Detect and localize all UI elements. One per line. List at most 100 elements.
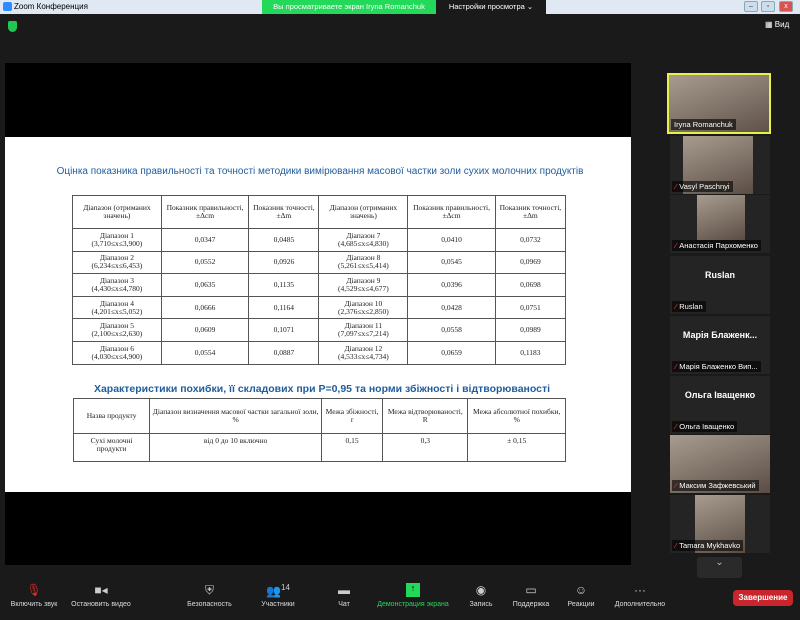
table-cell: 0,0666 <box>160 295 250 320</box>
close-button[interactable]: x <box>779 1 793 12</box>
participant-tile[interactable]: Марія Блаженк... ⁄ Марія Блаженко Вип... <box>670 316 770 374</box>
record-label: Запись <box>469 601 493 608</box>
participant-tile[interactable]: ⁄ Максим Зафжевський <box>670 435 770 493</box>
table-cell: 0,15 <box>321 433 384 462</box>
participants-button[interactable]: 👥14 Участники <box>256 583 300 608</box>
window-title: Zoom Конференция <box>14 2 88 11</box>
participant-tile[interactable]: ⁄ Vasyl Paschnyi <box>670 136 770 194</box>
participant-name-tag: Iryna Romanchuk <box>671 119 736 130</box>
participant-name: Максим Зафжевський <box>679 481 756 490</box>
participant-tile[interactable]: ⁄ Tamara Mykhavko <box>670 495 770 553</box>
video-camera-icon: ■◂ <box>94 583 108 597</box>
participant-name: Анастасія Пархоменко <box>679 241 758 250</box>
muted-mic-icon: 🎙 <box>26 583 42 597</box>
participant-name: Vasyl Paschnyi <box>679 182 730 191</box>
table-cell: 0,0969 <box>494 250 567 275</box>
participant-name: Iryna Romanchuk <box>674 120 733 129</box>
table-cell: Діапазон 6 (4,030≤x≤4,900) <box>72 340 162 365</box>
table-cell: 0,0989 <box>494 318 567 342</box>
table-cell: Діапазон 4 (4,201≤x≤5,052) <box>72 295 162 320</box>
column-header: Межа відтворюваності, R <box>382 398 469 434</box>
table-cell: Діапазон 10 (2,376≤x≤2,850) <box>318 295 409 320</box>
participant-name-tag: ⁄ Анастасія Пархоменко <box>672 240 761 251</box>
column-header: Показник точності, ±Δm <box>248 195 320 229</box>
participant-tile[interactable]: Iryna Romanchuk <box>667 73 771 134</box>
share-arrow-icon: ↑ <box>406 583 420 597</box>
muted-mic-icon: ⁄ <box>675 541 677 550</box>
security-shield-icon: ⛨ <box>204 583 214 597</box>
support-screen-icon: ▭ <box>525 583 537 597</box>
grid-icon: ▦ <box>765 20 775 29</box>
table-row: Діапазон 3 (4,430≤x≤4,780) 0,0635 0,1135 Ді… <box>72 273 567 297</box>
view-settings-dropdown[interactable]: Настройки просмотра ⌄ <box>436 0 546 14</box>
table-row: Діапазон 6 (4,030≤x≤4,900) 0,0554 0,0887 Ді… <box>72 340 567 365</box>
table-cell: 0,0732 <box>494 228 567 252</box>
column-header: Показник правильності, ±Δcm <box>160 195 250 229</box>
table-cell: 0,0887 <box>248 340 320 365</box>
participant-display-name: Ольга Іващенко <box>684 390 756 400</box>
chat-button[interactable]: ▬ Чат <box>330 583 358 608</box>
stop-video-button[interactable]: ■◂ Остановить видео <box>66 583 136 608</box>
participant-name: Марія Блаженко Вип... <box>679 362 758 371</box>
table-cell: 0,0609 <box>160 318 250 342</box>
record-button[interactable]: ◉ Запись <box>465 583 497 608</box>
table-cell: Діапазон 9 (4,529≤x≤4,677) <box>318 273 409 297</box>
muted-mic-icon: ⁄ <box>675 182 677 191</box>
table-row: Сухі молочні продукти від 0 до 10 включно… <box>72 433 566 462</box>
table-cell: 0,0347 <box>160 228 250 252</box>
reactions-label: Реакции <box>567 601 595 608</box>
table-cell: 0,0545 <box>407 250 496 275</box>
participant-tile[interactable]: Ruslan ⁄ Ruslan <box>670 256 770 314</box>
table-cell: ± 0,15 <box>467 433 566 462</box>
participants-label: Участники <box>261 601 295 608</box>
share-screen-label: Демонстрация экрана <box>377 601 449 608</box>
participant-tile[interactable]: ⁄ Анастасія Пархоменко <box>670 195 770 253</box>
table-cell: 0,1183 <box>494 340 567 365</box>
end-meeting-button[interactable]: Завершение <box>733 590 793 606</box>
participant-name-tag: ⁄ Ruslan <box>672 301 706 312</box>
meeting-top-bar <box>0 14 800 40</box>
support-button[interactable]: ▭ Поддержка <box>508 583 554 608</box>
participant-name-tag: ⁄ Ольга Іващенко <box>672 421 738 432</box>
accuracy-table: Діапазон (отриманих значень) Показник пра… <box>72 195 567 365</box>
chat-bubble-icon: ▬ <box>338 583 350 597</box>
security-button[interactable]: ⛨ Безопасность <box>182 583 237 608</box>
table-cell: Діапазон 12 (4,533≤x≤4,734) <box>318 340 409 365</box>
table-cell: від 0 до 10 включно <box>149 433 323 462</box>
table-cell: Діапазон 5 (2,100≤x≤2,630) <box>72 318 162 342</box>
participant-tile[interactable]: Ольга Іващенко ⁄ Ольга Іващенко <box>670 376 770 434</box>
table-cell: 0,0410 <box>407 228 496 252</box>
table-cell: Діапазон 7 (4,685≤x≤4,830) <box>318 228 409 252</box>
participant-display-name: Марія Блаженк... <box>682 330 758 340</box>
minimize-button[interactable]: – <box>744 1 758 12</box>
reaction-emoji-icon: ☺ <box>574 583 588 597</box>
view-button[interactable]: ▦ Вид <box>765 20 789 29</box>
reactions-button[interactable]: ☺ Реакции <box>564 583 598 608</box>
column-header: Діапазон визначення масової частки загал… <box>149 398 323 434</box>
support-label: Поддержка <box>512 601 550 608</box>
participant-name-tag: ⁄ Максим Зафжевський <box>672 480 759 491</box>
column-header: Показник правильності, ±Δcm <box>407 195 496 229</box>
table-cell: 0,0635 <box>160 273 250 297</box>
scroll-down-chevron-icon[interactable]: ⌄ <box>697 557 742 578</box>
share-screen-button[interactable]: ↑ Демонстрация экрана <box>372 583 454 608</box>
unmute-button[interactable]: 🎙 Включить звук <box>5 583 63 608</box>
chat-label: Чат <box>338 601 350 608</box>
encryption-shield-icon[interactable] <box>8 21 17 32</box>
more-label: Дополнительно <box>614 601 666 608</box>
participant-name: Tamara Mykhavko <box>679 541 741 550</box>
table-cell: 0,0552 <box>160 250 250 275</box>
participant-name-tag: ⁄ Vasyl Paschnyi <box>672 181 733 192</box>
table-cell: 0,0554 <box>160 340 250 365</box>
table-cell: Сухі молочні продукти <box>72 433 151 462</box>
column-header: Діапазон (отриманих значень) <box>318 195 409 229</box>
more-button[interactable]: ··· Дополнительно <box>610 583 670 608</box>
table-cell: 0,0485 <box>248 228 320 252</box>
participant-display-name: Ruslan <box>704 270 735 280</box>
table-cell: 0,0698 <box>494 273 567 297</box>
maximize-button[interactable]: ▫ <box>761 1 775 12</box>
participant-name-tag: ⁄ Марія Блаженко Вип... <box>672 361 761 372</box>
participant-video <box>697 195 745 240</box>
muted-mic-icon: ⁄ <box>675 362 677 371</box>
column-header: Межа збіжності, r <box>321 398 384 434</box>
